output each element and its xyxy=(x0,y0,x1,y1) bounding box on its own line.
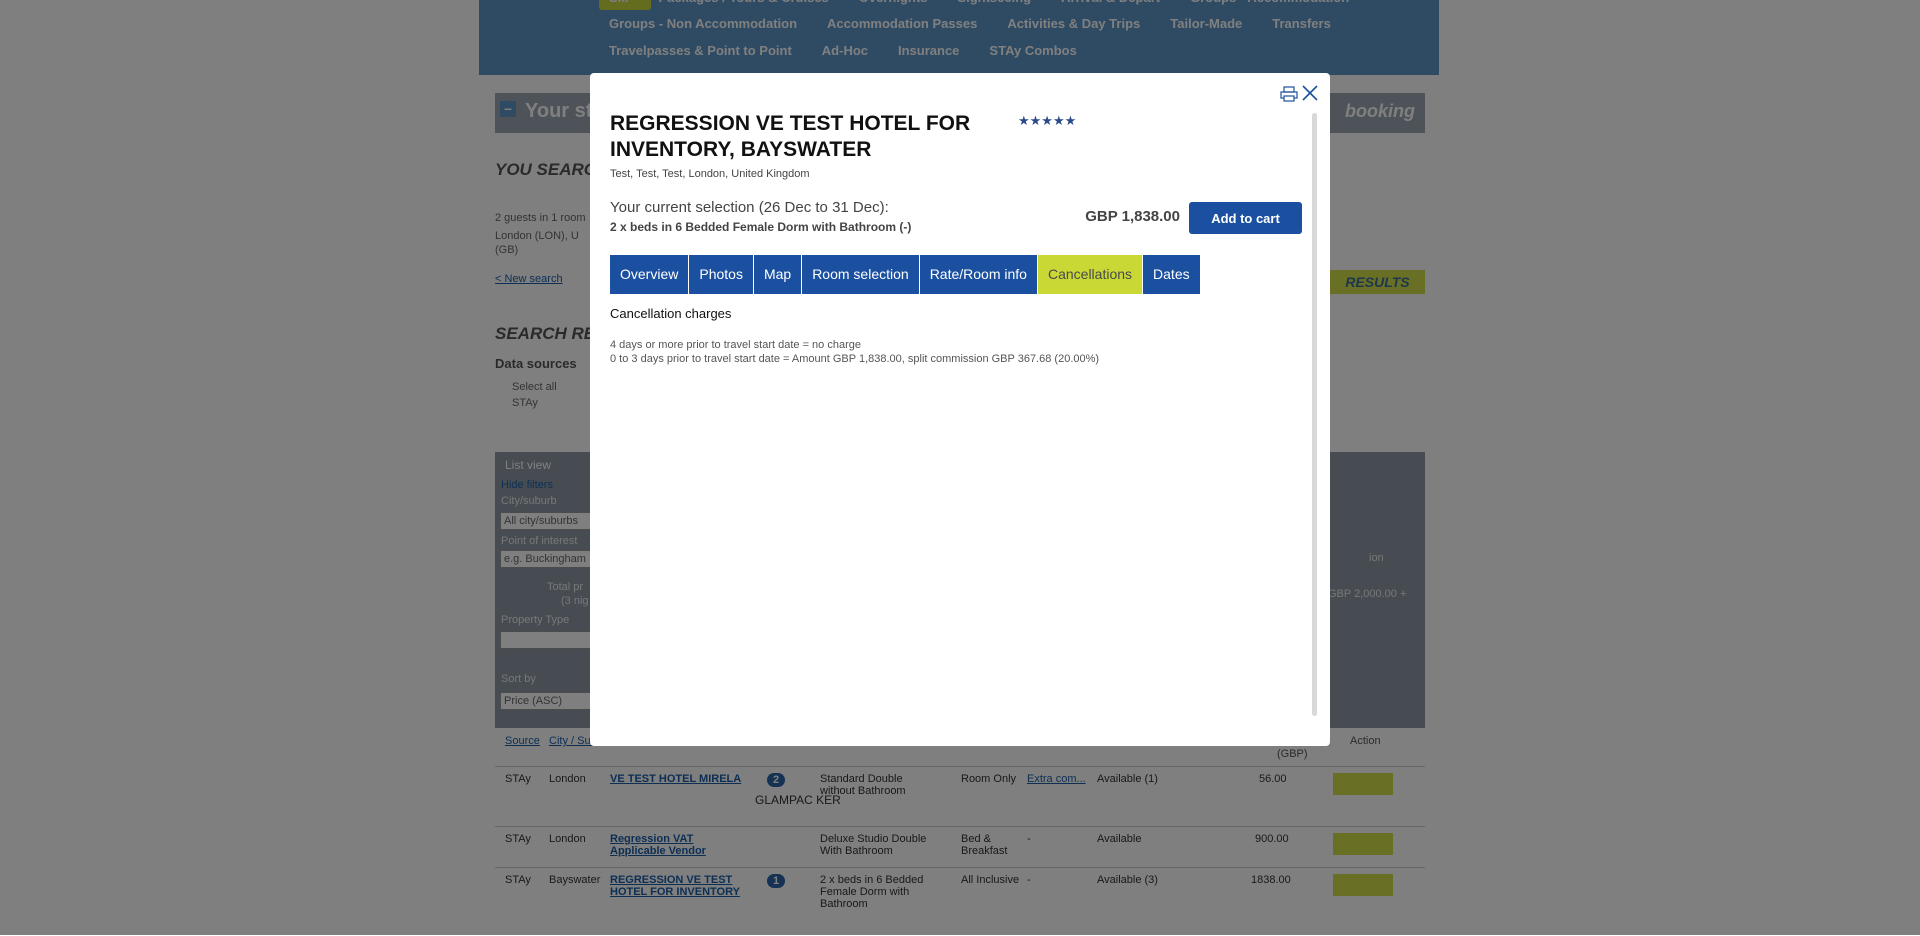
star-rating: ★★★★★ xyxy=(1018,113,1077,128)
add-to-cart-button[interactable]: Add to cart xyxy=(1189,202,1302,234)
tab-overview[interactable]: Overview xyxy=(610,255,690,294)
cancellation-line: 4 days or more prior to travel start dat… xyxy=(610,339,861,351)
tab-cancellations[interactable]: Cancellations xyxy=(1037,255,1144,294)
tab-room-selection[interactable]: Room selection xyxy=(802,255,920,294)
tab-map[interactable]: Map xyxy=(753,255,803,294)
hotel-address: Test, Test, Test, London, United Kingdom xyxy=(610,168,810,180)
total-price: GBP 1,838.00 xyxy=(1085,208,1180,225)
modal-scrollbar[interactable] xyxy=(1312,113,1317,716)
print-icon[interactable] xyxy=(1280,86,1298,102)
detail-tabs: Overview Photos Map Room selection Rate/… xyxy=(610,255,1200,294)
tab-dates[interactable]: Dates xyxy=(1143,255,1200,294)
hotel-name: REGRESSION VE TEST HOTEL FOR INVENTORY, … xyxy=(610,112,971,161)
cancellation-charges-heading: Cancellation charges xyxy=(610,306,732,321)
selected-room: 2 x beds in 6 Bedded Female Dorm with Ba… xyxy=(610,220,912,234)
cancellation-policy: 4 days or more prior to travel start dat… xyxy=(610,338,1099,366)
close-icon[interactable] xyxy=(1301,84,1319,102)
current-selection-label: Your current selection (26 Dec to 31 Dec… xyxy=(610,199,889,216)
tab-rate-room-info[interactable]: Rate/Room info xyxy=(919,255,1038,294)
hotel-details-modal: REGRESSION VE TEST HOTEL FOR INVENTORY, … xyxy=(590,73,1330,746)
tab-photos[interactable]: Photos xyxy=(689,255,754,294)
cancellation-line: 0 to 3 days prior to travel start date =… xyxy=(610,353,1100,365)
